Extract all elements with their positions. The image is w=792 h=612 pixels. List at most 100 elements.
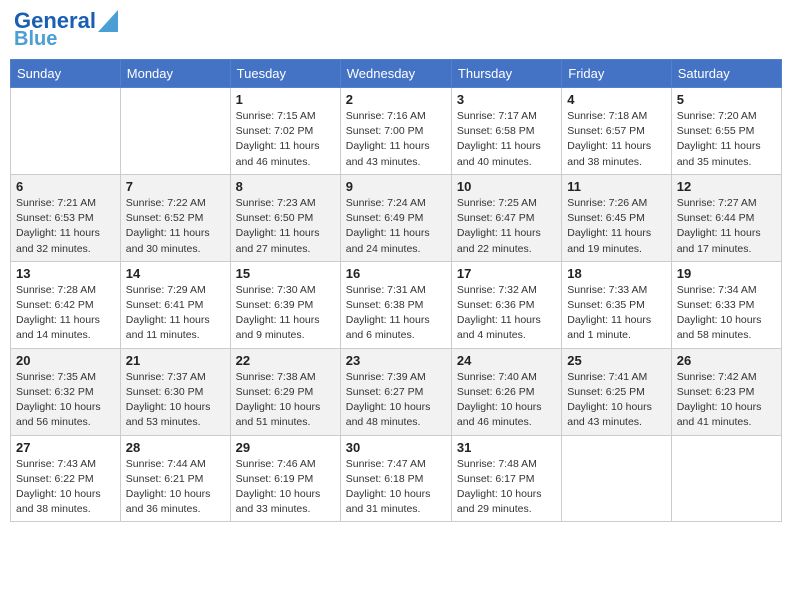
calendar-week-row: 20 Sunrise: 7:35 AM Sunset: 6:32 PM Dayli… bbox=[11, 348, 782, 435]
calendar-cell: 10 Sunrise: 7:25 AM Sunset: 6:47 PM Dayli… bbox=[451, 174, 561, 261]
calendar-cell: 23 Sunrise: 7:39 AM Sunset: 6:27 PM Dayli… bbox=[340, 348, 451, 435]
calendar-cell: 2Sunrise: 7:16 AM Sunset: 7:00 PM Daylig… bbox=[340, 88, 451, 175]
calendar-cell: 12 Sunrise: 7:27 AM Sunset: 6:44 PM Dayli… bbox=[671, 174, 781, 261]
calendar-cell: 22 Sunrise: 7:38 AM Sunset: 6:29 PM Dayli… bbox=[230, 348, 340, 435]
calendar-cell: 17 Sunrise: 7:32 AM Sunset: 6:36 PM Dayli… bbox=[451, 261, 561, 348]
calendar-week-row: 27 Sunrise: 7:43 AM Sunset: 6:22 PM Dayli… bbox=[11, 435, 782, 522]
calendar-cell: 3 Sunrise: 7:17 AM Sunset: 6:58 PM Daylig… bbox=[451, 88, 561, 175]
weekday-header-sunday: Sunday bbox=[11, 60, 121, 88]
calendar-cell: 5 Sunrise: 7:20 AM Sunset: 6:55 PM Daylig… bbox=[671, 88, 781, 175]
calendar-cell: 28 Sunrise: 7:44 AM Sunset: 6:21 PM Dayli… bbox=[120, 435, 230, 522]
weekday-header-saturday: Saturday bbox=[671, 60, 781, 88]
day-info: Sunrise: 7:27 AM Sunset: 6:44 PM Dayligh… bbox=[677, 196, 776, 257]
calendar-cell: 1Sunrise: 7:15 AM Sunset: 7:02 PM Daylig… bbox=[230, 88, 340, 175]
day-info: Sunrise: 7:40 AM Sunset: 6:26 PM Dayligh… bbox=[457, 370, 556, 431]
day-number: 22 bbox=[236, 353, 335, 368]
day-number: 18 bbox=[567, 266, 665, 281]
day-number: 3 bbox=[457, 92, 556, 107]
calendar-cell: 7 Sunrise: 7:22 AM Sunset: 6:52 PM Daylig… bbox=[120, 174, 230, 261]
day-number: 14 bbox=[126, 266, 225, 281]
calendar-week-row: 1Sunrise: 7:15 AM Sunset: 7:02 PM Daylig… bbox=[11, 88, 782, 175]
calendar-cell: 20 Sunrise: 7:35 AM Sunset: 6:32 PM Dayli… bbox=[11, 348, 121, 435]
day-info: Sunrise: 7:43 AM Sunset: 6:22 PM Dayligh… bbox=[16, 457, 115, 518]
day-number: 12 bbox=[677, 179, 776, 194]
day-number: 15 bbox=[236, 266, 335, 281]
day-number: 10 bbox=[457, 179, 556, 194]
day-info: Sunrise: 7:31 AM Sunset: 6:38 PM Dayligh… bbox=[346, 283, 446, 344]
calendar-week-row: 6Sunrise: 7:21 AM Sunset: 6:53 PM Daylig… bbox=[11, 174, 782, 261]
calendar-cell: 15Sunrise: 7:30 AM Sunset: 6:39 PM Dayli… bbox=[230, 261, 340, 348]
day-info: Sunrise: 7:35 AM Sunset: 6:32 PM Dayligh… bbox=[16, 370, 115, 431]
calendar-cell: 24 Sunrise: 7:40 AM Sunset: 6:26 PM Dayli… bbox=[451, 348, 561, 435]
day-info: Sunrise: 7:23 AM Sunset: 6:50 PM Dayligh… bbox=[236, 196, 335, 257]
day-info: Sunrise: 7:38 AM Sunset: 6:29 PM Dayligh… bbox=[236, 370, 335, 431]
day-info: Sunrise: 7:32 AM Sunset: 6:36 PM Dayligh… bbox=[457, 283, 556, 344]
logo-triangle-icon bbox=[98, 10, 118, 32]
day-number: 1 bbox=[236, 92, 335, 107]
day-info: Sunrise: 7:20 AM Sunset: 6:55 PM Dayligh… bbox=[677, 109, 776, 170]
day-number: 20 bbox=[16, 353, 115, 368]
day-number: 24 bbox=[457, 353, 556, 368]
day-info: Sunrise: 7:24 AM Sunset: 6:49 PM Dayligh… bbox=[346, 196, 446, 257]
day-number: 28 bbox=[126, 440, 225, 455]
day-number: 5 bbox=[677, 92, 776, 107]
calendar-cell: 8 Sunrise: 7:23 AM Sunset: 6:50 PM Daylig… bbox=[230, 174, 340, 261]
day-info: Sunrise: 7:48 AM Sunset: 6:17 PM Dayligh… bbox=[457, 457, 556, 518]
calendar-cell bbox=[120, 88, 230, 175]
day-number: 13 bbox=[16, 266, 115, 281]
day-number: 4 bbox=[567, 92, 665, 107]
calendar-cell: 19 Sunrise: 7:34 AM Sunset: 6:33 PM Dayli… bbox=[671, 261, 781, 348]
day-info: Sunrise: 7:34 AM Sunset: 6:33 PM Dayligh… bbox=[677, 283, 776, 344]
weekday-header-row: SundayMondayTuesdayWednesdayThursdayFrid… bbox=[11, 60, 782, 88]
calendar-cell: 26 Sunrise: 7:42 AM Sunset: 6:23 PM Dayli… bbox=[671, 348, 781, 435]
weekday-header-thursday: Thursday bbox=[451, 60, 561, 88]
calendar-cell: 29Sunrise: 7:46 AM Sunset: 6:19 PM Dayli… bbox=[230, 435, 340, 522]
day-info: Sunrise: 7:25 AM Sunset: 6:47 PM Dayligh… bbox=[457, 196, 556, 257]
day-number: 23 bbox=[346, 353, 446, 368]
calendar-cell: 31 Sunrise: 7:48 AM Sunset: 6:17 PM Dayli… bbox=[451, 435, 561, 522]
logo-blue-text: Blue bbox=[14, 28, 57, 51]
day-number: 17 bbox=[457, 266, 556, 281]
calendar-cell: 9 Sunrise: 7:24 AM Sunset: 6:49 PM Daylig… bbox=[340, 174, 451, 261]
day-number: 9 bbox=[346, 179, 446, 194]
day-info: Sunrise: 7:16 AM Sunset: 7:00 PM Dayligh… bbox=[346, 109, 446, 170]
calendar-table: SundayMondayTuesdayWednesdayThursdayFrid… bbox=[10, 59, 782, 522]
day-info: Sunrise: 7:46 AM Sunset: 6:19 PM Dayligh… bbox=[236, 457, 335, 518]
logo: General Blue bbox=[14, 10, 118, 51]
page-header: General Blue bbox=[10, 10, 782, 51]
calendar-cell: 16 Sunrise: 7:31 AM Sunset: 6:38 PM Dayli… bbox=[340, 261, 451, 348]
weekday-header-friday: Friday bbox=[562, 60, 671, 88]
calendar-cell: 13 Sunrise: 7:28 AM Sunset: 6:42 PM Dayli… bbox=[11, 261, 121, 348]
day-info: Sunrise: 7:44 AM Sunset: 6:21 PM Dayligh… bbox=[126, 457, 225, 518]
day-number: 16 bbox=[346, 266, 446, 281]
calendar-cell: 18 Sunrise: 7:33 AM Sunset: 6:35 PM Dayli… bbox=[562, 261, 671, 348]
calendar-cell: 21Sunrise: 7:37 AM Sunset: 6:30 PM Dayli… bbox=[120, 348, 230, 435]
weekday-header-tuesday: Tuesday bbox=[230, 60, 340, 88]
calendar-cell: 25Sunrise: 7:41 AM Sunset: 6:25 PM Dayli… bbox=[562, 348, 671, 435]
calendar-cell: 6Sunrise: 7:21 AM Sunset: 6:53 PM Daylig… bbox=[11, 174, 121, 261]
day-number: 7 bbox=[126, 179, 225, 194]
calendar-cell: 11Sunrise: 7:26 AM Sunset: 6:45 PM Dayli… bbox=[562, 174, 671, 261]
day-number: 11 bbox=[567, 179, 665, 194]
calendar-week-row: 13 Sunrise: 7:28 AM Sunset: 6:42 PM Dayli… bbox=[11, 261, 782, 348]
calendar-cell: 14 Sunrise: 7:29 AM Sunset: 6:41 PM Dayli… bbox=[120, 261, 230, 348]
day-number: 25 bbox=[567, 353, 665, 368]
day-info: Sunrise: 7:17 AM Sunset: 6:58 PM Dayligh… bbox=[457, 109, 556, 170]
day-number: 26 bbox=[677, 353, 776, 368]
day-number: 31 bbox=[457, 440, 556, 455]
day-info: Sunrise: 7:42 AM Sunset: 6:23 PM Dayligh… bbox=[677, 370, 776, 431]
weekday-header-monday: Monday bbox=[120, 60, 230, 88]
weekday-header-wednesday: Wednesday bbox=[340, 60, 451, 88]
day-info: Sunrise: 7:29 AM Sunset: 6:41 PM Dayligh… bbox=[126, 283, 225, 344]
day-info: Sunrise: 7:28 AM Sunset: 6:42 PM Dayligh… bbox=[16, 283, 115, 344]
day-number: 27 bbox=[16, 440, 115, 455]
day-number: 6 bbox=[16, 179, 115, 194]
day-info: Sunrise: 7:22 AM Sunset: 6:52 PM Dayligh… bbox=[126, 196, 225, 257]
day-number: 19 bbox=[677, 266, 776, 281]
day-info: Sunrise: 7:33 AM Sunset: 6:35 PM Dayligh… bbox=[567, 283, 665, 344]
day-info: Sunrise: 7:39 AM Sunset: 6:27 PM Dayligh… bbox=[346, 370, 446, 431]
day-info: Sunrise: 7:47 AM Sunset: 6:18 PM Dayligh… bbox=[346, 457, 446, 518]
day-number: 8 bbox=[236, 179, 335, 194]
calendar-cell bbox=[671, 435, 781, 522]
calendar-cell: 4Sunrise: 7:18 AM Sunset: 6:57 PM Daylig… bbox=[562, 88, 671, 175]
